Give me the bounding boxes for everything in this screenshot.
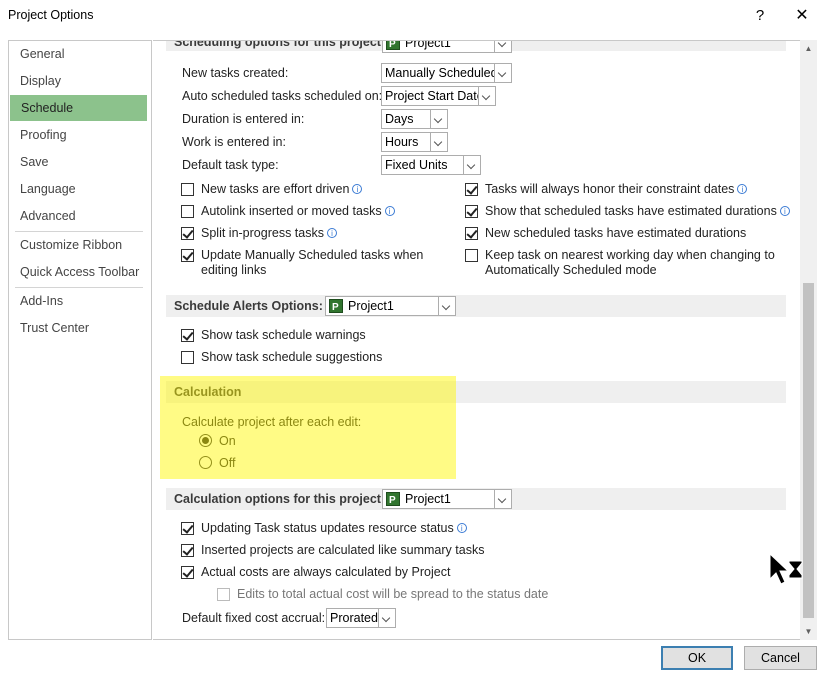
sidebar-item-customize-ribbon[interactable]: Customize Ribbon <box>9 232 146 258</box>
inserted-projects-checkbox[interactable] <box>181 544 194 557</box>
schedule-warnings-checkbox[interactable] <box>181 329 194 342</box>
info-icon[interactable]: i <box>737 184 748 194</box>
busy-cursor-icon <box>769 553 803 585</box>
calculate-on-label: On <box>219 434 236 448</box>
window-title: Project Options <box>8 8 94 22</box>
schedule-warnings-label: Show task schedule warnings <box>201 328 366 342</box>
project-file-icon <box>329 299 343 317</box>
chevron-down-icon <box>478 87 495 105</box>
calculate-on-radio[interactable] <box>199 434 212 447</box>
update-manual-tasks-label: Update Manually Scheduled tasks when <box>201 248 424 262</box>
options-sidebar: General Display Schedule Proofing Save L… <box>8 40 152 640</box>
split-tasks-label: Split in-progress tasks <box>201 226 324 240</box>
edits-spread-checkbox[interactable] <box>217 588 230 601</box>
scheduling-project-dropdown[interactable]: Project1 <box>382 41 512 54</box>
scheduling-section-title: Scheduling options for this project: <box>174 40 386 49</box>
title-bar: Project Options ? ✕ <box>0 0 829 32</box>
project-file-icon <box>386 41 400 54</box>
scroll-up-icon[interactable]: ▲ <box>800 40 817 57</box>
sidebar-item-advanced[interactable]: Advanced <box>9 203 146 229</box>
calculate-off-radio[interactable] <box>199 456 212 469</box>
info-icon[interactable]: i <box>326 228 337 238</box>
fixed-cost-accrual-dropdown[interactable]: Prorated <box>326 608 396 628</box>
task-status-updates-label: Updating Task status updates resource st… <box>201 521 454 535</box>
project-file-icon <box>386 492 400 510</box>
new-tasks-dropdown[interactable]: Manually Scheduled <box>381 63 512 83</box>
work-dropdown[interactable]: Hours <box>381 132 448 152</box>
ok-button[interactable]: OK <box>661 646 733 670</box>
keep-working-day-label: Keep task on nearest working day when ch… <box>485 248 775 262</box>
alerts-section-title: Schedule Alerts Options: <box>174 299 323 313</box>
actual-costs-label: Actual costs are always calculated by Pr… <box>201 565 451 579</box>
work-label: Work is entered in: <box>182 135 286 149</box>
chevron-down-icon <box>430 133 447 151</box>
new-estimated-checkbox[interactable] <box>465 227 478 240</box>
sidebar-item-display[interactable]: Display <box>9 68 146 94</box>
schedule-suggestions-checkbox[interactable] <box>181 351 194 364</box>
show-estimated-label: Show that scheduled tasks have estimated… <box>485 204 777 218</box>
autolink-checkbox[interactable] <box>181 205 194 218</box>
calculation-section-title: Calculation <box>174 385 242 399</box>
close-button[interactable]: ✕ <box>787 4 817 28</box>
edits-spread-label: Edits to total actual cost will be sprea… <box>237 587 549 601</box>
cancel-button[interactable]: Cancel <box>744 646 817 670</box>
sidebar-item-general[interactable]: General <box>9 41 146 67</box>
new-tasks-label: New tasks created: <box>182 66 289 80</box>
chevron-down-icon <box>494 41 511 52</box>
sidebar-item-add-ins[interactable]: Add-Ins <box>9 288 146 314</box>
task-type-dropdown[interactable]: Fixed Units <box>381 155 481 175</box>
show-estimated-checkbox[interactable] <box>465 205 478 218</box>
info-icon[interactable]: i <box>779 206 790 216</box>
keep-working-day-label-cont: Automatically Scheduled mode <box>485 263 657 277</box>
calc-options-project-dropdown[interactable]: Project1 <box>382 489 512 510</box>
calculation-section-band <box>166 381 786 403</box>
sidebar-item-quick-access-toolbar[interactable]: Quick Access Toolbar <box>9 259 146 285</box>
task-status-updates-checkbox[interactable] <box>181 522 194 535</box>
task-type-label: Default task type: <box>182 158 279 172</box>
effort-driven-checkbox[interactable] <box>181 183 194 196</box>
chevron-down-icon <box>430 110 447 128</box>
vertical-scrollbar[interactable]: ▲ ▼ <box>800 40 817 640</box>
fixed-cost-accrual-label: Default fixed cost accrual: <box>182 611 326 625</box>
honor-constraints-checkbox[interactable] <box>465 183 478 196</box>
duration-dropdown[interactable]: Days <box>381 109 448 129</box>
sidebar-item-schedule[interactable]: Schedule <box>10 95 147 121</box>
chevron-down-icon <box>494 64 511 82</box>
schedule-options-panel: Scheduling options for this project: Pro… <box>153 40 817 640</box>
inserted-projects-label: Inserted projects are calculated like su… <box>201 543 485 557</box>
info-icon[interactable]: i <box>384 206 395 216</box>
new-estimated-label: New scheduled tasks have estimated durat… <box>485 226 747 240</box>
chevron-down-icon <box>378 609 395 627</box>
split-tasks-checkbox[interactable] <box>181 227 194 240</box>
auto-scheduled-dropdown[interactable]: Project Start Date <box>381 86 496 106</box>
chevron-down-icon <box>438 297 455 315</box>
scroll-down-icon[interactable]: ▼ <box>800 623 817 640</box>
chevron-down-icon <box>494 490 511 508</box>
autolink-label: Autolink inserted or moved tasks <box>201 204 382 218</box>
update-manual-tasks-checkbox[interactable] <box>181 249 194 262</box>
calculate-off-label: Off <box>219 456 236 470</box>
sidebar-item-trust-center[interactable]: Trust Center <box>9 315 146 341</box>
update-manual-tasks-label-cont: editing links <box>201 263 267 277</box>
sidebar-item-proofing[interactable]: Proofing <box>9 122 146 148</box>
auto-scheduled-label: Auto scheduled tasks scheduled on: <box>182 89 383 103</box>
honor-constraints-label: Tasks will always honor their constraint… <box>485 182 735 196</box>
help-button[interactable]: ? <box>745 4 775 28</box>
duration-label: Duration is entered in: <box>182 112 305 126</box>
calculate-after-edit-label: Calculate project after each edit: <box>182 415 362 429</box>
alerts-project-dropdown[interactable]: Project1 <box>325 296 456 317</box>
calc-options-section-title: Calculation options for this project: <box>174 492 386 506</box>
effort-driven-label: New tasks are effort driven <box>201 182 350 196</box>
sidebar-item-save[interactable]: Save <box>9 149 146 175</box>
actual-costs-checkbox[interactable] <box>181 566 194 579</box>
info-icon[interactable]: i <box>352 184 363 194</box>
info-icon[interactable]: i <box>456 523 467 533</box>
keep-working-day-checkbox[interactable] <box>465 249 478 262</box>
chevron-down-icon <box>463 156 480 174</box>
sidebar-item-language[interactable]: Language <box>9 176 146 202</box>
schedule-suggestions-label: Show task schedule suggestions <box>201 350 383 364</box>
